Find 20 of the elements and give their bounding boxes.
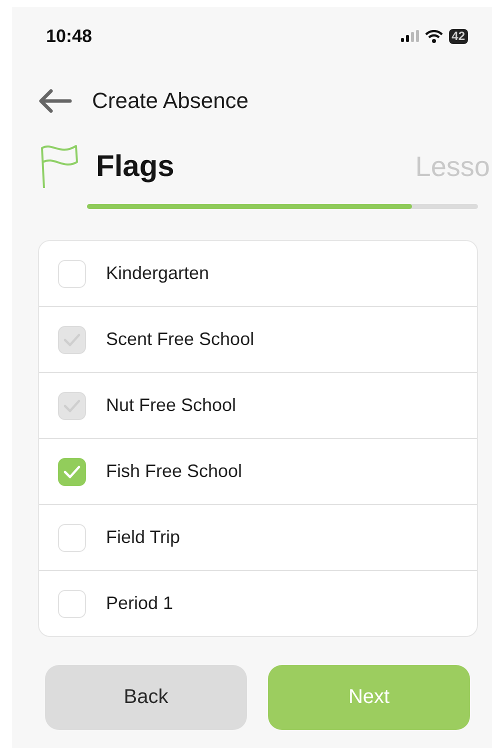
checkbox[interactable]: [58, 458, 86, 486]
page-title: Create Absence: [92, 88, 249, 114]
step-tab[interactable]: Flags: [96, 150, 174, 184]
check-icon: [63, 464, 81, 478]
flag-label: Fish Free School: [106, 461, 242, 482]
status-time: 10:48: [46, 26, 92, 46]
signal-icon: [400, 30, 419, 42]
flag-label: Field Trip: [106, 527, 180, 548]
flag-label: Kindergarten: [106, 263, 210, 284]
checkbox[interactable]: [58, 524, 86, 552]
checkbox[interactable]: [58, 590, 86, 618]
wifi-icon: [424, 30, 443, 42]
flag-label: Scent Free School: [106, 329, 254, 350]
checkbox[interactable]: [58, 260, 86, 288]
flag-label: Nut Free School: [106, 395, 236, 416]
battery-level: 42: [448, 28, 468, 44]
back-arrow-icon[interactable]: [38, 89, 72, 113]
flag-icon: [40, 144, 78, 190]
flag-label: Period 1: [106, 593, 174, 614]
back-button[interactable]: Back: [45, 665, 247, 730]
